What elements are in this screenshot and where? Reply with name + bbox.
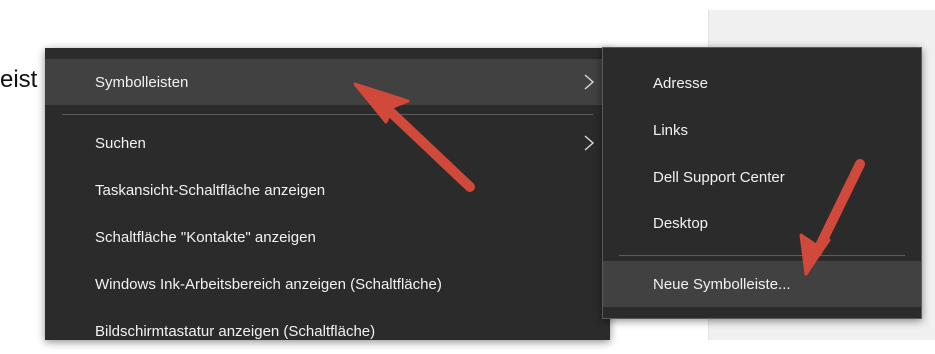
arrow-annotation [812,159,865,257]
annotation-arrows [353,82,865,276]
arrow-annotation [799,233,831,276]
